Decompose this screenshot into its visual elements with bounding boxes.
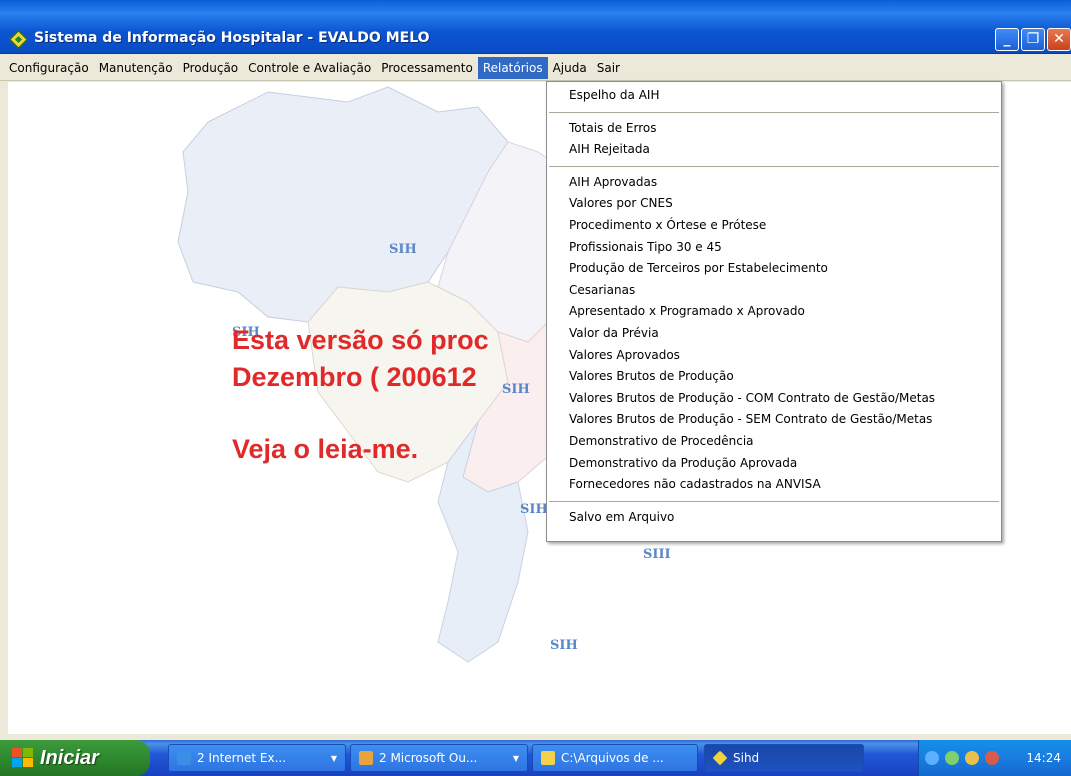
menu-item-valores-brutos-com[interactable]: Valores Brutos de Produção - COM Contrat… — [547, 388, 1001, 410]
version-warning-line1: Esta versão só proc — [232, 325, 489, 355]
menu-item-valores-cnes[interactable]: Valores por CNES — [547, 193, 1001, 215]
menu-item-demonstrativo-procedencia[interactable]: Demonstrativo de Procedência — [547, 431, 1001, 453]
system-tray: 14:24 — [918, 740, 1071, 776]
taskbar-internet-explorer[interactable]: 2 Internet Ex... ▼ — [168, 744, 346, 772]
folder-icon — [541, 751, 555, 765]
menu-item-valor-previa[interactable]: Valor da Prévia — [547, 323, 1001, 345]
windows-logo-icon — [12, 748, 34, 768]
internet-explorer-icon — [177, 751, 191, 765]
menu-item-totais-erros[interactable]: Totais de Erros — [547, 118, 1001, 140]
taskbar-sihd[interactable]: Sihd — [704, 744, 864, 772]
menu-item-valores-brutos[interactable]: Valores Brutos de Produção — [547, 366, 1001, 388]
taskbar: Iniciar 2 Internet Ex... ▼ 2 Microsoft O… — [0, 740, 1071, 776]
clock[interactable]: 14:24 — [1026, 751, 1061, 765]
map-label: SIII — [643, 547, 671, 562]
menu-item-procedimento-ortese[interactable]: Procedimento x Órtese e Prótese — [547, 215, 1001, 237]
menu-item-demonstrativo-producao[interactable]: Demonstrativo da Produção Aprovada — [547, 453, 1001, 475]
menu-item-profissionais-tipo[interactable]: Profissionais Tipo 30 e 45 — [547, 237, 1001, 259]
version-warning-line2: Dezembro ( 200612 — [232, 362, 477, 392]
close-button[interactable]: ✕ — [1047, 28, 1071, 51]
minimize-button[interactable]: _ — [995, 28, 1019, 51]
menu-separator — [549, 111, 999, 113]
menu-processamento[interactable]: Processamento — [376, 57, 478, 79]
task-label: C:\Arquivos de ... — [561, 751, 664, 765]
menu-item-cesarianas[interactable]: Cesarianas — [547, 280, 1001, 302]
task-label: 2 Microsoft Ou... — [379, 751, 478, 765]
group-arrow-icon: ▼ — [512, 753, 519, 763]
menu-relatorios[interactable]: Relatórios — [477, 56, 548, 79]
task-label: 2 Internet Ex... — [197, 751, 287, 765]
tray-app-icon[interactable] — [965, 751, 979, 765]
start-label: Iniciar — [40, 746, 99, 769]
map-label: SIH — [502, 382, 530, 397]
menu-item-valores-brutos-sem[interactable]: Valores Brutos de Produção - SEM Contrat… — [547, 409, 1001, 431]
relatorios-dropdown-menu: Espelho da AIH Totais de Erros AIH Rejei… — [546, 81, 1002, 542]
sihd-app-icon — [712, 750, 728, 766]
menu-item-espelho-aih[interactable]: Espelho da AIH — [547, 85, 1001, 107]
menu-configuracao[interactable]: Configuração — [4, 57, 94, 79]
task-label: Sihd — [733, 751, 760, 765]
tray-network-icon[interactable] — [945, 751, 959, 765]
menu-item-apresentado-programado[interactable]: Apresentado x Programado x Aprovado — [547, 301, 1001, 323]
menu-separator — [549, 500, 999, 502]
menu-bar: Configuração Manutenção Produção Control… — [0, 55, 1071, 81]
menu-item-aih-aprovadas[interactable]: AIH Aprovadas — [547, 172, 1001, 194]
title-bar: Sistema de Informação Hospitalar - EVALD… — [0, 0, 1071, 54]
group-arrow-icon: ▼ — [330, 753, 337, 763]
window-title: Sistema de Informação Hospitalar - EVALD… — [34, 30, 430, 46]
map-label: SIH — [389, 242, 417, 257]
map-label: SIH — [520, 502, 548, 517]
tray-expand-icon[interactable] — [925, 751, 939, 765]
taskbar-folder-arquivos[interactable]: C:\Arquivos de ... — [532, 744, 698, 772]
menu-item-fornecedores-anvisa[interactable]: Fornecedores não cadastrados na ANVISA — [547, 474, 1001, 496]
readme-hint: Veja o leia-me. — [232, 434, 419, 464]
menu-item-producao-terceiros[interactable]: Produção de Terceiros por Estabeleciment… — [547, 258, 1001, 280]
restore-button[interactable]: ❐ — [1021, 28, 1045, 51]
outlook-icon — [359, 751, 373, 765]
menu-sair[interactable]: Sair — [592, 57, 625, 79]
menu-item-valores-aprovados[interactable]: Valores Aprovados — [547, 345, 1001, 367]
menu-item-salvo-arquivo[interactable]: Salvo em Arquivo — [547, 507, 1001, 529]
start-button[interactable]: Iniciar — [0, 740, 150, 776]
menu-producao[interactable]: Produção — [178, 57, 244, 79]
map-label: SIH — [550, 638, 578, 653]
menu-separator — [549, 165, 999, 167]
taskbar-microsoft-outlook[interactable]: 2 Microsoft Ou... ▼ — [350, 744, 528, 772]
tray-security-icon[interactable] — [985, 751, 999, 765]
menu-manutencao[interactable]: Manutenção — [94, 57, 178, 79]
menu-ajuda[interactable]: Ajuda — [548, 57, 592, 79]
menu-item-aih-rejeitada[interactable]: AIH Rejeitada — [547, 139, 1001, 161]
menu-controle-avaliacao[interactable]: Controle e Avaliação — [243, 57, 376, 79]
app-icon[interactable] — [9, 30, 28, 49]
